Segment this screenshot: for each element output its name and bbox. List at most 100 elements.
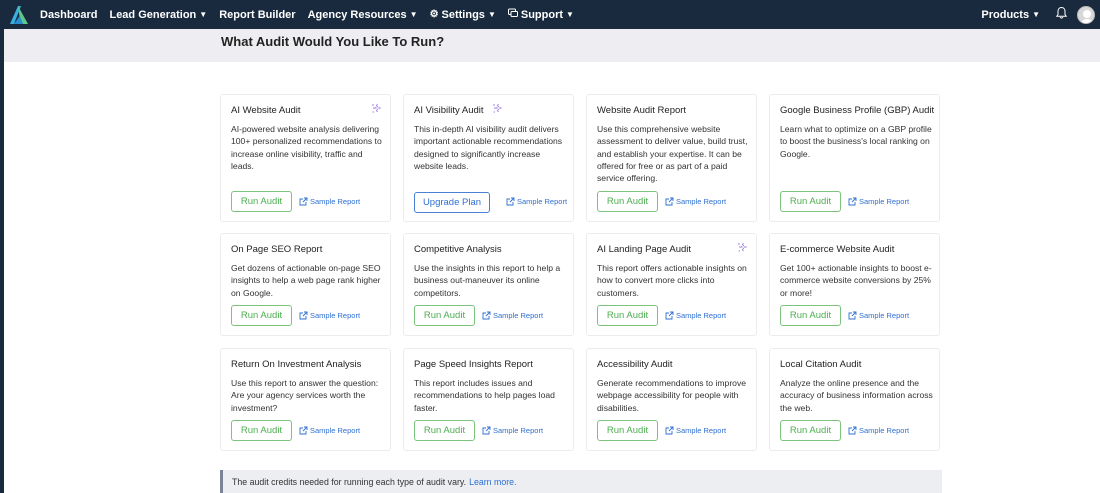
chevron-down-icon: ▼ <box>199 10 208 19</box>
sample-report-link[interactable]: Sample Report <box>848 426 909 435</box>
external-link-icon <box>299 426 308 435</box>
run-audit-button[interactable]: Run Audit <box>414 305 475 326</box>
sample-report-link[interactable]: Sample Report <box>299 426 360 435</box>
card-title: Google Business Profile (GBP) Audit <box>780 105 935 116</box>
audit-card-ai-website-audit: AI Website Audit AI-powered website analy… <box>220 94 391 222</box>
audit-card-competitive-analysis: Competitive Analysis Use the insights in … <box>403 233 574 336</box>
run-audit-button[interactable]: Run Audit <box>414 420 475 441</box>
notification-bell-icon[interactable] <box>1055 6 1068 22</box>
run-audit-button[interactable]: Run Audit <box>780 305 841 326</box>
sample-report-label: Sample Report <box>310 311 361 320</box>
nav-settings[interactable]: ⚙ Settings ▼ <box>430 9 496 21</box>
nav-label: Dashboard <box>40 8 98 21</box>
external-link-icon <box>665 197 674 206</box>
upgrade-plan-button[interactable]: Upgrade Plan <box>414 192 490 213</box>
nav-label: Support <box>520 8 564 21</box>
run-audit-button[interactable]: Run Audit <box>780 191 841 212</box>
user-avatar[interactable] <box>1077 5 1095 24</box>
card-description: Get dozens of actionable on-page SEO ins… <box>231 263 381 298</box>
card-description: This report includes issues and recommen… <box>414 378 555 413</box>
card-title: Return On Investment Analysis <box>231 359 362 370</box>
page-title: What Audit Would You Like To Run? <box>221 34 445 49</box>
nav-lead-generation[interactable]: Lead Generation ▼ <box>109 9 207 21</box>
external-link-icon <box>848 426 857 435</box>
sample-report-label: Sample Report <box>493 311 544 320</box>
app-logo-icon[interactable] <box>8 4 30 26</box>
sample-report-link[interactable]: Sample Report <box>665 197 726 206</box>
sample-report-label: Sample Report <box>859 426 910 435</box>
nav-report-builder[interactable]: Report Builder <box>219 9 295 21</box>
sample-report-link[interactable]: Sample Report <box>482 311 543 320</box>
run-audit-button[interactable]: Run Audit <box>780 420 841 441</box>
card-description: Use this comprehensive website assessmen… <box>597 124 748 184</box>
external-link-icon <box>848 197 857 206</box>
card-title: Page Speed Insights Report <box>414 359 533 370</box>
sample-report-label: Sample Report <box>676 426 727 435</box>
sample-report-link[interactable]: Sample Report <box>299 197 360 206</box>
audit-card-e-commerce-website-audit: E-commerce Website Audit Get 100+ actiona… <box>769 233 940 336</box>
audit-card-ai-landing-page-audit: AI Landing Page Audit This report offers … <box>586 233 757 336</box>
run-audit-button[interactable]: Run Audit <box>231 305 292 326</box>
top-navbar: Dashboard Lead Generation ▼ Report Builder A… <box>0 0 1100 29</box>
external-link-icon <box>665 311 674 320</box>
nav-label: Settings <box>441 8 485 21</box>
nav-agency-resources[interactable]: Agency Resources ▼ <box>308 9 418 21</box>
sample-report-link[interactable]: Sample Report <box>665 426 726 435</box>
card-title: Website Audit Report <box>597 105 687 116</box>
card-title: Competitive Analysis <box>414 244 502 255</box>
sample-report-link[interactable]: Sample Report <box>299 311 360 320</box>
card-description: Analyze the online presence and the accu… <box>780 378 933 413</box>
nav-support[interactable]: Support ▼ <box>507 8 574 21</box>
external-link-icon <box>482 311 491 320</box>
run-audit-button[interactable]: Run Audit <box>597 191 658 212</box>
audit-card-accessibility-audit: Accessibility Audit Generate recommendati… <box>586 348 757 451</box>
card-title: AI Visibility Audit <box>414 105 484 116</box>
card-description: Get 100+ actionable insights to boost e-… <box>780 263 932 298</box>
learn-more-link[interactable]: Learn more. <box>469 477 516 487</box>
run-audit-button[interactable]: Run Audit <box>231 191 292 212</box>
card-title: Accessibility Audit <box>597 359 673 370</box>
chevron-down-icon: ▼ <box>1032 10 1040 19</box>
sample-report-link[interactable]: Sample Report <box>848 311 909 320</box>
external-link-icon <box>299 311 308 320</box>
audit-card-local-citation-audit: Local Citation Audit Analyze the online p… <box>769 348 940 451</box>
audit-card-on-page-seo-report: On Page SEO Report Get dozens of actionab… <box>220 233 391 336</box>
audit-card-page-speed-insights-report: Page Speed Insights Report This report in… <box>403 348 574 451</box>
external-link-icon <box>665 426 674 435</box>
audit-card-return-on-investment-analysis: Return On Investment Analysis Use this re… <box>220 348 391 451</box>
external-link-icon <box>506 197 515 206</box>
card-title: On Page SEO Report <box>231 244 323 255</box>
nav-dashboard[interactable]: Dashboard <box>40 9 97 21</box>
gear-icon: ⚙ <box>429 9 439 20</box>
sample-report-label: Sample Report <box>859 311 910 320</box>
audit-card-google-business-profile-gbp-audit: Google Business Profile (GBP) Audit Learn… <box>769 94 940 222</box>
nav-products-label: Products <box>981 8 1030 21</box>
audit-card-website-audit-report: Website Audit Report Use this comprehensi… <box>586 94 757 222</box>
chevron-down-icon: ▼ <box>409 10 418 19</box>
card-description: AI-powered website analysis delivering 1… <box>231 124 382 171</box>
card-description: This report offers actionable insights o… <box>597 263 747 298</box>
sample-report-link[interactable]: Sample Report <box>848 197 909 206</box>
sample-report-label: Sample Report <box>310 426 361 435</box>
external-link-icon <box>482 426 491 435</box>
nav-products[interactable]: Products ▼ <box>981 9 1040 21</box>
run-audit-button[interactable]: Run Audit <box>231 420 292 441</box>
chevron-down-icon: ▼ <box>566 10 574 19</box>
sample-report-label: Sample Report <box>310 197 361 206</box>
sample-report-label: Sample Report <box>676 197 727 206</box>
external-link-icon <box>299 197 308 206</box>
sample-report-link[interactable]: Sample Report <box>665 311 726 320</box>
nav-label: Agency Resources <box>307 8 407 21</box>
sample-report-link[interactable]: Sample Report <box>482 426 543 435</box>
card-title: Local Citation Audit <box>780 359 862 370</box>
sample-report-label: Sample Report <box>676 311 727 320</box>
audit-credits-info-bar: The audit credits needed for running eac… <box>220 470 942 493</box>
sample-report-link[interactable]: Sample Report <box>506 197 567 206</box>
card-title: AI Landing Page Audit <box>597 244 692 255</box>
card-description: Use the insights in this report to help … <box>414 263 561 298</box>
sample-report-label: Sample Report <box>859 197 910 206</box>
run-audit-button[interactable]: Run Audit <box>597 420 658 441</box>
external-link-icon <box>848 311 857 320</box>
nav-label: Report Builder <box>219 8 296 21</box>
run-audit-button[interactable]: Run Audit <box>597 305 658 326</box>
